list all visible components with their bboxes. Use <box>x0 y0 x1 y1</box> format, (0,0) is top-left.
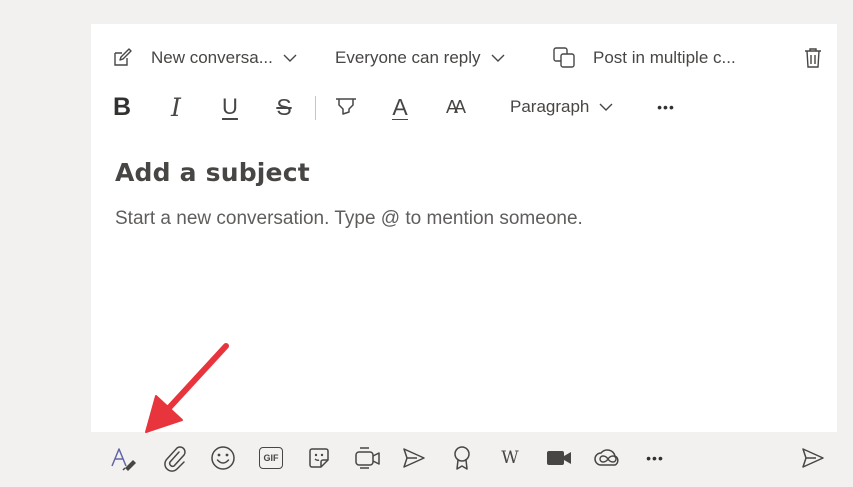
conversation-type-label: New conversa... <box>151 48 273 67</box>
paragraph-dropdown[interactable]: Paragraph <box>510 90 613 124</box>
video-button[interactable] <box>543 442 575 474</box>
badge-icon <box>454 446 470 470</box>
italic-button[interactable]: I <box>163 90 189 124</box>
subject-input[interactable]: Add a subject <box>115 158 310 187</box>
discard-button[interactable] <box>803 44 823 72</box>
reply-setting-label: Everyone can reply <box>335 48 481 67</box>
gif-label: GIF <box>259 447 283 469</box>
highlight-button[interactable] <box>331 90 361 124</box>
paperclip-icon <box>164 446 186 472</box>
toolbar-divider <box>315 96 316 120</box>
sticker-icon <box>309 448 329 468</box>
meet-now-icon <box>355 447 380 469</box>
attach-button[interactable] <box>158 442 190 474</box>
more-format-options-button[interactable]: ••• <box>651 90 681 124</box>
wikipedia-button[interactable]: W <box>494 442 526 474</box>
edit-icon <box>114 48 132 66</box>
post-multiple-button[interactable]: Post in multiple c... <box>552 44 736 72</box>
meet-now-button[interactable] <box>352 442 384 474</box>
underline-button[interactable]: U <box>217 90 243 124</box>
smiley-icon <box>211 446 235 470</box>
paragraph-label: Paragraph <box>510 97 590 116</box>
post-multiple-label: Post in multiple c... <box>593 48 736 67</box>
gif-button[interactable]: GIF <box>255 442 287 474</box>
conversation-type-dropdown[interactable]: New conversa... <box>111 44 297 72</box>
font-size-button[interactable]: AA <box>439 90 469 124</box>
chevron-down-icon <box>599 103 613 111</box>
sticker-button[interactable] <box>303 442 335 474</box>
font-size-label: AA <box>445 96 466 117</box>
format-button[interactable] <box>108 442 140 474</box>
font-color-label: A <box>392 93 408 120</box>
format-pen-icon <box>111 448 136 471</box>
strikethrough-button[interactable]: S <box>271 90 297 124</box>
video-camera-icon <box>547 451 571 465</box>
emoji-button[interactable] <box>207 442 239 474</box>
creative-cloud-button[interactable] <box>591 442 623 474</box>
send-icon <box>802 448 824 468</box>
format-toolbar: B I U S A AA Paragraph ••• <box>91 90 837 134</box>
schedule-send-button[interactable] <box>398 442 430 474</box>
compose-options-row: New conversa... Everyone can reply Post … <box>91 24 837 90</box>
message-extensions-toolbar: GIF W ••• <box>0 432 853 487</box>
chevron-down-icon <box>491 54 505 62</box>
more-apps-button[interactable]: ••• <box>639 442 671 474</box>
send-later-icon <box>403 448 425 468</box>
bold-button[interactable]: B <box>109 90 135 124</box>
font-color-button[interactable]: A <box>387 90 413 124</box>
copy-icon <box>553 47 575 68</box>
highlighter-icon <box>336 98 356 115</box>
compose-card: New conversa... Everyone can reply Post … <box>91 24 837 432</box>
underline-label: U <box>222 94 238 119</box>
message-body-input[interactable]: Start a new conversation. Type @ to ment… <box>115 208 583 230</box>
wikipedia-label: W <box>501 448 519 468</box>
italic-label: I <box>171 92 181 122</box>
send-button[interactable] <box>797 442 829 474</box>
reply-setting-dropdown[interactable]: Everyone can reply <box>335 44 505 72</box>
trash-icon <box>805 48 821 68</box>
chevron-down-icon <box>283 54 297 62</box>
strikethrough-label: S <box>276 93 292 120</box>
creative-cloud-icon <box>594 449 619 466</box>
praise-button[interactable] <box>446 442 478 474</box>
